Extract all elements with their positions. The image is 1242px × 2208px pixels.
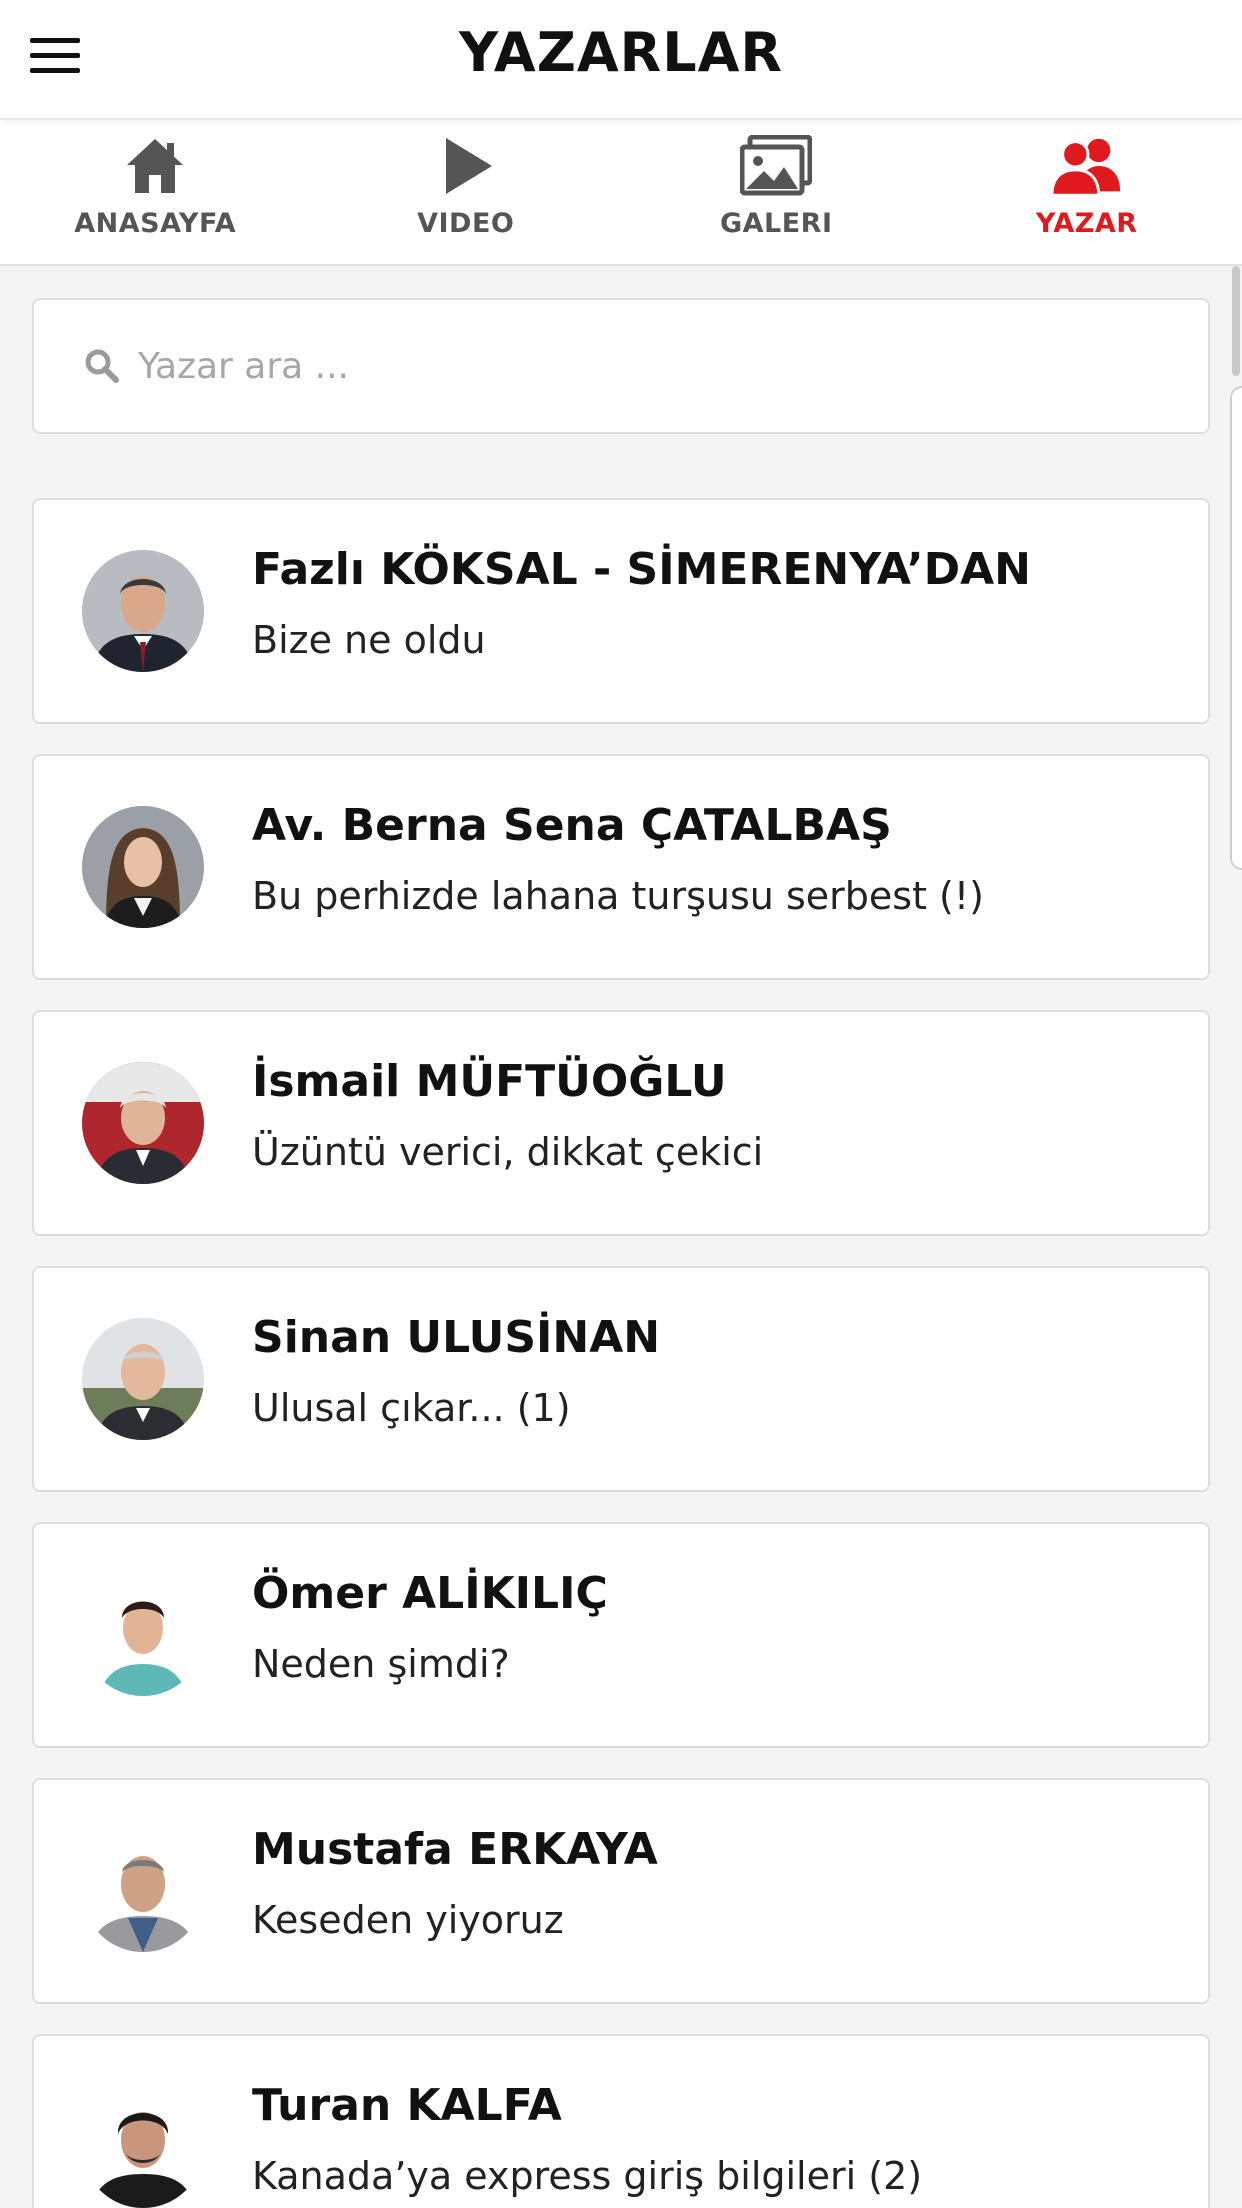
author-avatar xyxy=(82,1574,204,1696)
app-screen: YAZARLAR ANASAYFA VIDEO GALERI YAZAR Yaz… xyxy=(0,0,1242,2208)
gallery-icon xyxy=(739,132,813,200)
author-avatar xyxy=(82,1318,204,1440)
search-icon xyxy=(82,346,122,386)
tab-label: ANASAYFA xyxy=(74,208,237,239)
author-card[interactable]: Ömer ALİKILIÇ Neden şimdi? xyxy=(32,1522,1210,1748)
author-latest-article: Keseden yiyoruz xyxy=(252,1898,564,1942)
author-scroll-area[interactable]: Fazlı KÖKSAL - SİMERENYA’DAN Bize ne old… xyxy=(0,266,1242,2208)
author-name: Mustafa ERKAYA xyxy=(252,1824,658,1875)
users-icon xyxy=(1050,132,1124,200)
tab-anasayfa[interactable]: ANASAYFA xyxy=(0,120,311,264)
tab-label: GALERI xyxy=(719,208,833,239)
author-card[interactable]: Mustafa ERKAYA Keseden yiyoruz xyxy=(32,1778,1210,2004)
author-list: Fazlı KÖKSAL - SİMERENYA’DAN Bize ne old… xyxy=(32,498,1210,2208)
author-name: Av. Berna Sena ÇATALBAŞ xyxy=(252,800,892,851)
tab-label: YAZAR xyxy=(1035,208,1138,239)
author-avatar xyxy=(82,1062,204,1184)
home-icon xyxy=(118,132,192,200)
search-box[interactable] xyxy=(32,298,1210,434)
author-card[interactable]: Sinan ULUSİNAN Ulusal çıkar... (1) xyxy=(32,1266,1210,1492)
author-name: İsmail MÜFTÜOĞLU xyxy=(252,1056,727,1107)
author-latest-article: Kanada’ya express giriş bilgileri (2) xyxy=(252,2154,923,2198)
author-latest-article: Üzüntü verici, dikkat çekici xyxy=(252,1130,764,1174)
author-avatar xyxy=(82,1830,204,1952)
author-card[interactable]: Turan KALFA Kanada’ya express giriş bilg… xyxy=(32,2034,1210,2208)
author-avatar xyxy=(82,806,204,928)
author-avatar xyxy=(82,2086,204,2208)
author-card[interactable]: İsmail MÜFTÜOĞLU Üzüntü verici, dikkat ç… xyxy=(32,1010,1210,1236)
author-latest-article: Ulusal çıkar... (1) xyxy=(252,1386,571,1430)
tab-label: VIDEO xyxy=(417,208,515,239)
author-card[interactable]: Av. Berna Sena ÇATALBAŞ Bu perhizde laha… xyxy=(32,754,1210,980)
tab-video[interactable]: VIDEO xyxy=(311,120,622,264)
scrollbar-thumb[interactable] xyxy=(1232,266,1240,376)
page-title: YAZARLAR xyxy=(458,21,784,84)
author-name: Turan KALFA xyxy=(252,2080,562,2131)
scrollbar[interactable] xyxy=(1230,266,1242,2208)
tab-yazar[interactable]: YAZAR xyxy=(932,120,1242,264)
author-latest-article: Neden şimdi? xyxy=(252,1642,510,1686)
author-latest-article: Bu perhizde lahana turşusu serbest (!) xyxy=(252,874,984,918)
play-icon xyxy=(429,132,503,200)
search-input[interactable] xyxy=(136,344,1140,388)
author-avatar xyxy=(82,550,204,672)
author-name: Ömer ALİKILIÇ xyxy=(252,1568,608,1619)
author-card[interactable]: Fazlı KÖKSAL - SİMERENYA’DAN Bize ne old… xyxy=(32,498,1210,724)
tab-bar: ANASAYFA VIDEO GALERI YAZAR xyxy=(0,120,1242,266)
author-latest-article: Bize ne oldu xyxy=(252,618,486,662)
author-name: Sinan ULUSİNAN xyxy=(252,1312,661,1363)
app-header: YAZARLAR xyxy=(0,0,1242,120)
author-name: Fazlı KÖKSAL - SİMERENYA’DAN xyxy=(252,544,1032,595)
tab-galeri[interactable]: GALERI xyxy=(621,120,932,264)
